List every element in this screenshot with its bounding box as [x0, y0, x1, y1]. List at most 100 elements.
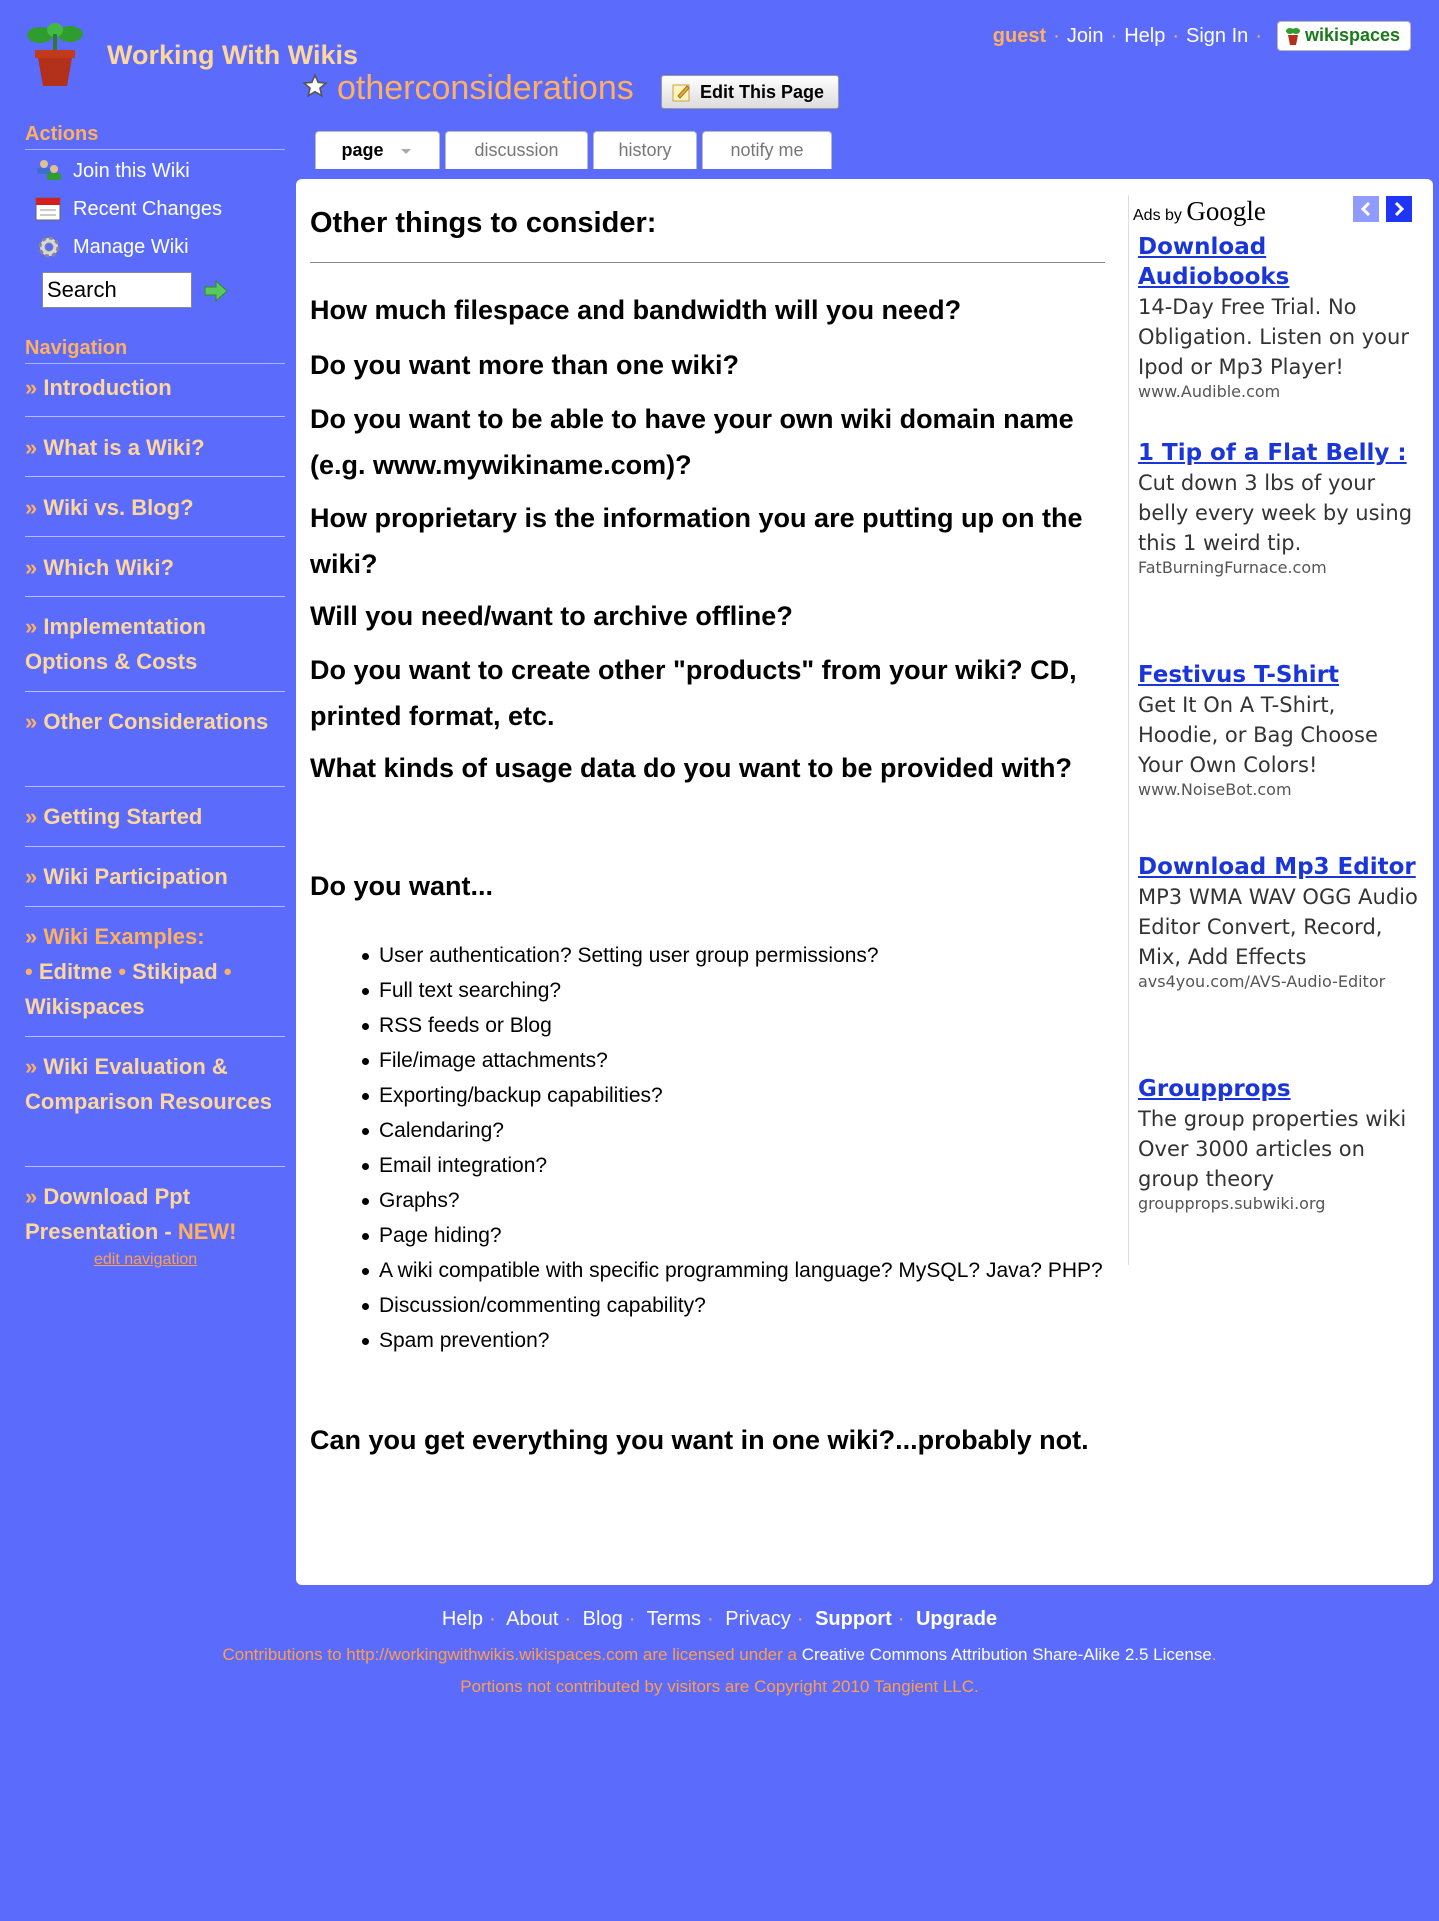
nav-arrow: »: [25, 804, 38, 829]
footer-about-link[interactable]: About: [506, 1608, 558, 1630]
footer-help-link[interactable]: Help: [442, 1608, 483, 1630]
footer-links: Help · About · Blog · Terms · Privacy · Suppo…: [0, 1608, 1439, 1631]
nav-download-ppt[interactable]: » Download Ppt Presentation - NEW!: [25, 1179, 280, 1249]
ad-title-link[interactable]: 1 Tip of a Flat Belly :: [1138, 440, 1407, 466]
join-link[interactable]: Join: [1067, 25, 1104, 48]
gear-icon: [38, 236, 60, 258]
favorite-star-icon[interactable]: [302, 73, 328, 104]
site-title[interactable]: Working With Wikis: [107, 40, 358, 71]
nav-introduction[interactable]: » Introduction: [25, 370, 280, 405]
nav-editme[interactable]: Editme: [39, 959, 112, 984]
ad-title-link[interactable]: Groupprops: [1138, 1076, 1291, 1102]
google-logo: Google: [1186, 196, 1266, 226]
nav-arrow: »: [25, 1054, 38, 1079]
navigation-heading: Navigation: [25, 337, 128, 359]
copyright-line: Portions not contributed by visitors are…: [460, 1677, 979, 1696]
ad-item: Groupprops The group properties wiki Ove…: [1138, 1074, 1418, 1214]
tab-history[interactable]: history: [593, 131, 697, 169]
question: Do you want to be able to have your own …: [310, 404, 1074, 480]
list-item: Spam prevention?: [310, 1323, 1105, 1358]
search-input[interactable]: [42, 272, 192, 308]
nav-arrow: »: [25, 864, 38, 889]
ad-title-link[interactable]: Festivus T-Shirt: [1138, 662, 1339, 688]
search-go-icon[interactable]: [203, 279, 229, 308]
ad-title-link[interactable]: Download Mp3 Editor: [1138, 854, 1416, 880]
sign-in-link[interactable]: Sign In: [1186, 25, 1248, 48]
nav-which-wiki[interactable]: » Which Wiki?: [25, 550, 280, 585]
question: Do you want to create other "products" f…: [310, 655, 1077, 731]
tab-discussion[interactable]: discussion: [445, 131, 588, 169]
bullet: •: [25, 959, 33, 984]
edit-page-button[interactable]: Edit This Page: [661, 75, 840, 109]
ad-description: Cut down 3 lbs of your belly every week …: [1138, 471, 1413, 555]
ad-url[interactable]: groupprops.subwiki.org: [1138, 1194, 1418, 1214]
chevron-down-icon: [400, 148, 411, 154]
list-item: RSS feeds or Blog: [310, 1008, 1105, 1043]
ad-description: The group properties wiki Over 3000 arti…: [1138, 1107, 1407, 1191]
license-prefix: Contributions to http://workingwithwikis…: [222, 1645, 802, 1664]
help-link[interactable]: Help: [1124, 25, 1165, 48]
edit-navigation-link[interactable]: edit navigation: [94, 1251, 197, 1269]
divider: [25, 416, 285, 417]
chevron-left-icon: [1360, 202, 1371, 216]
nav-wikispaces[interactable]: Wikispaces: [25, 994, 145, 1019]
tab-notify-me[interactable]: notify me: [702, 131, 832, 169]
ad-url[interactable]: avs4you.com/AVS-Audio-Editor: [1138, 972, 1418, 992]
nav-other-considerations[interactable]: » Other Considerations: [25, 704, 280, 739]
nav-stikipad[interactable]: Stikipad: [132, 959, 218, 984]
ad-url[interactable]: www.NoiseBot.com: [1138, 780, 1418, 800]
user-links: guest · Join · Help · Sign In · wikispac…: [993, 21, 1411, 51]
ad-description: 14-Day Free Trial. No Obligation. Listen…: [1138, 295, 1409, 379]
nav-label: Getting Started: [43, 804, 203, 829]
separator: ·: [707, 1608, 714, 1630]
manage-wiki-label: Manage Wiki: [73, 235, 189, 258]
nav-label: Which Wiki?: [43, 555, 174, 580]
divider: [25, 536, 285, 537]
join-wiki-link[interactable]: Join this Wiki: [34, 159, 190, 183]
tab-page[interactable]: page: [315, 131, 440, 169]
ad-title-link[interactable]: Download Audiobooks: [1138, 234, 1289, 290]
ad-item: Download Audiobooks 14-Day Free Trial. N…: [1138, 232, 1418, 402]
nav-wiki-evaluation[interactable]: » Wiki Evaluation & Comparison Resources: [25, 1049, 280, 1119]
nav-label: Wiki Evaluation & Comparison Resources: [25, 1054, 272, 1114]
separator: ·: [1053, 24, 1060, 47]
chevron-right-icon: [1394, 202, 1405, 216]
footer-upgrade-link[interactable]: Upgrade: [916, 1608, 997, 1630]
tab-label: discussion: [474, 140, 559, 160]
nav-label[interactable]: Wiki Examples:: [43, 924, 204, 949]
divider: [25, 1036, 285, 1037]
nav-arrow: »: [25, 709, 38, 734]
people-icon: [37, 160, 61, 180]
footer-blog-link[interactable]: Blog: [583, 1608, 623, 1630]
ad-url[interactable]: FatBurningFurnace.com: [1138, 558, 1418, 578]
nav-getting-started[interactable]: » Getting Started: [25, 799, 280, 834]
ad-description: MP3 WMA WAV OGG Audio Editor Convert, Re…: [1138, 885, 1418, 969]
ad-next-button[interactable]: [1386, 196, 1412, 222]
ad-prev-button[interactable]: [1353, 196, 1379, 222]
recent-changes-link[interactable]: Recent Changes: [34, 196, 222, 222]
site-logo-icon[interactable]: [26, 22, 84, 88]
nav-label: Download Ppt Presentation -: [25, 1184, 191, 1244]
ad-url[interactable]: www.Audible.com: [1138, 382, 1418, 402]
list-item: File/image attachments?: [310, 1043, 1105, 1078]
nav-wiki-vs-blog[interactable]: » Wiki vs. Blog?: [25, 490, 280, 525]
list-item: Calendaring?: [310, 1113, 1105, 1148]
footer-privacy-link[interactable]: Privacy: [725, 1608, 791, 1630]
nav-label: Implementation Options & Costs: [25, 614, 206, 674]
question: How proprietary is the information you a…: [310, 503, 1083, 579]
wikispaces-pot-icon: [1285, 27, 1300, 45]
footer-terms-link[interactable]: Terms: [647, 1608, 701, 1630]
license-link[interactable]: Creative Commons Attribution Share-Alike…: [802, 1645, 1212, 1664]
ads-by-google[interactable]: Ads by Google: [1133, 196, 1266, 227]
ad-item: 1 Tip of a Flat Belly : Cut down 3 lbs o…: [1138, 438, 1418, 578]
page-title: otherconsiderations: [337, 69, 634, 107]
footer-support-link[interactable]: Support: [815, 1608, 892, 1630]
nav-implementation-options[interactable]: » Implementation Options & Costs: [25, 609, 280, 679]
divider: [25, 786, 285, 787]
do-you-want-heading: Do you want...: [310, 871, 494, 901]
wikispaces-button[interactable]: wikispaces: [1276, 21, 1411, 51]
divider: [25, 476, 285, 477]
nav-wiki-participation[interactable]: » Wiki Participation: [25, 859, 280, 894]
nav-what-is-a-wiki[interactable]: » What is a Wiki?: [25, 430, 280, 465]
manage-wiki-link[interactable]: Manage Wiki: [34, 234, 189, 260]
